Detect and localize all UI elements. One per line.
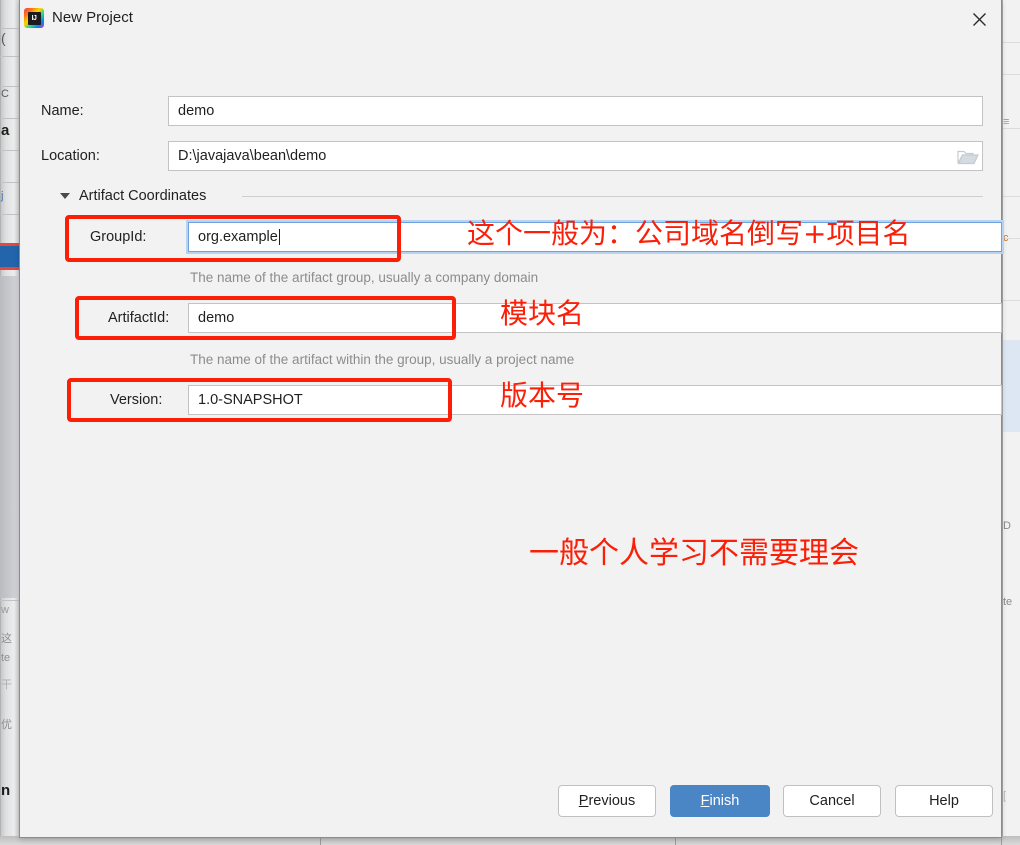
annotation-text-version: 版本号	[500, 379, 585, 412]
close-icon[interactable]	[957, 0, 1001, 38]
finish-button-post: inish	[709, 793, 740, 809]
artifactid-label: ArtifactId:	[108, 310, 170, 326]
version-input[interactable]: 1.0-SNAPSHOT	[188, 385, 1002, 415]
dialog-titlebar: IJ New Project	[20, 0, 1001, 38]
dialog-footer: Previous Finish Cancel Help	[20, 775, 1001, 837]
location-label: Location:	[41, 148, 100, 164]
background-ide-left-edge: ( C a j w 这 te 干 优 n	[0, 0, 19, 845]
background-ide-right-edge: ≡ c D te [	[1002, 0, 1020, 845]
new-project-dialog: IJ New Project Name: demo Location: D:\j…	[19, 0, 1002, 838]
dialog-title: New Project	[52, 9, 133, 26]
section-divider	[242, 196, 983, 197]
intellij-idea-icon: IJ	[24, 8, 44, 28]
previous-button-mnemonic: P	[578, 793, 589, 809]
screen: ( C a j w 这 te 干 优 n ≡ c D te [IJ New P…	[0, 0, 1020, 845]
name-input[interactable]: demo	[168, 96, 983, 126]
previous-button[interactable]: Previous	[558, 785, 656, 817]
name-label: Name:	[41, 103, 84, 119]
groupid-hint: The name of the artifact group, usually …	[190, 270, 539, 285]
finish-button-mnemonic: F	[700, 793, 710, 809]
text-caret	[278, 229, 280, 245]
location-input[interactable]: D:\javajava\bean\demo	[168, 141, 983, 171]
artifact-coordinates-section-header[interactable]: Artifact Coordinates	[60, 188, 206, 204]
version-label: Version:	[110, 392, 163, 408]
annotation-text-artifactid: 模块名	[500, 297, 585, 330]
artifactid-hint: The name of the artifact within the grou…	[190, 352, 575, 367]
groupid-label: GroupId:	[90, 229, 147, 245]
artifact-coordinates-label: Artifact Coordinates	[79, 188, 207, 204]
app-icon-label: IJ	[27, 11, 41, 25]
finish-button[interactable]: Finish	[670, 785, 770, 817]
annotation-text-general: 一般个人学习不需要理会	[529, 536, 859, 571]
dialog-body: Name: demo Location: D:\javajava\bean\de…	[20, 38, 1002, 778]
previous-button-post: revious	[588, 793, 636, 809]
artifactid-input[interactable]: demo	[188, 303, 1002, 333]
groupid-input-value: org.example	[198, 229, 278, 245]
cancel-button[interactable]: Cancel	[783, 785, 881, 817]
triangle-down-icon	[60, 193, 70, 199]
folder-icon[interactable]	[953, 143, 983, 169]
annotation-text-groupid: 这个一般为：公司域名倒写+项目名	[467, 217, 911, 250]
help-button[interactable]: Help	[895, 785, 993, 817]
